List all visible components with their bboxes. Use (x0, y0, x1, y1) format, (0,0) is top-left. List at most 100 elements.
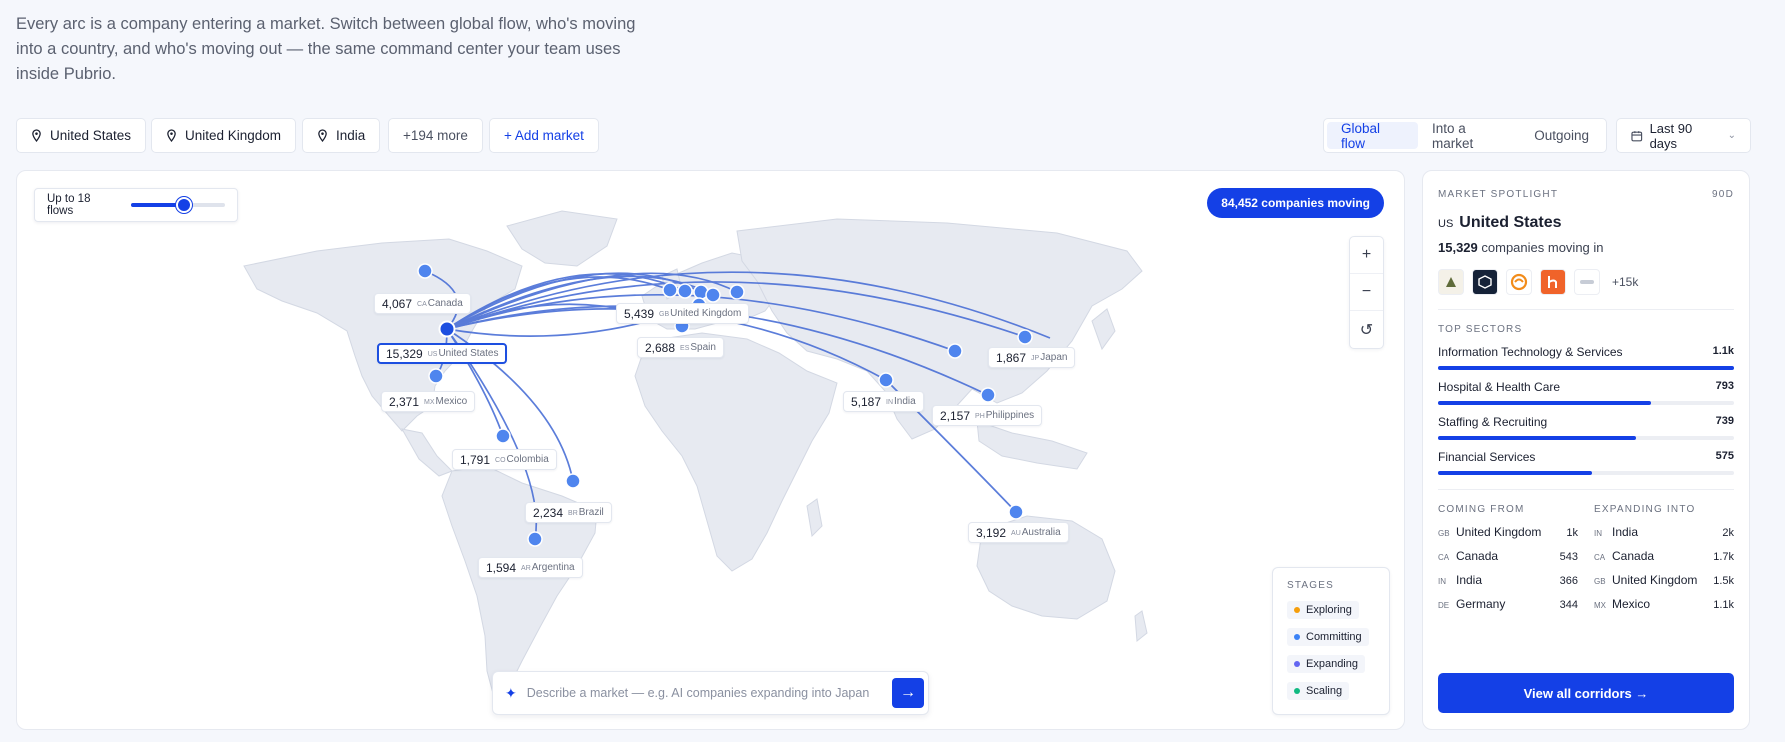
stage-scaling: Scaling (1287, 682, 1350, 700)
expanding-into-title: EXPANDING INTO (1594, 504, 1696, 515)
expanding-into-row[interactable]: GB United Kingdom 1.5k (1594, 573, 1734, 587)
chevron-down-icon: ⌄ (1727, 130, 1736, 141)
spotlight-kicker: MARKET SPOTLIGHT (1438, 189, 1559, 200)
view-mode-global[interactable]: Global flow (1327, 121, 1418, 151)
add-market-button[interactable]: + Add market (489, 118, 599, 153)
map-label-united-states[interactable]: 15,329 USUnited States (377, 343, 508, 364)
marker-china[interactable] (947, 343, 963, 359)
map-label-brazil[interactable]: 2,234 BRBrazil (525, 502, 612, 523)
more-markets-button[interactable]: +194 more (388, 118, 483, 153)
world-landmass (243, 210, 1148, 702)
marker-europe-3[interactable] (705, 287, 721, 303)
marker-mexico[interactable] (428, 368, 444, 384)
company-logo-5[interactable] (1574, 269, 1600, 295)
sector-bar (1438, 471, 1734, 475)
market-spotlight-panel: MARKET SPOTLIGHT 90D US United States 15… (1422, 170, 1750, 730)
sector-bar (1438, 436, 1734, 440)
more-logos-count[interactable]: +15k (1612, 275, 1638, 289)
stage-dot (1294, 661, 1300, 667)
stages-title: STAGES (1287, 580, 1335, 591)
spotlight-country: United States (1459, 214, 1562, 231)
top-sectors-title: TOP SECTORS (1438, 324, 1523, 335)
zoom-in-button[interactable]: + (1350, 237, 1383, 274)
sector-row: Information Technology & Services 1.1k (1438, 345, 1734, 370)
marker-australia[interactable] (1008, 504, 1024, 520)
sector-bar-fill (1438, 436, 1637, 440)
company-logo-3[interactable] (1506, 269, 1532, 295)
marker-philippines[interactable] (980, 387, 996, 403)
map-label-india[interactable]: 5,187 INIndia (843, 391, 924, 412)
map-label-colombia[interactable]: 1,791 COColombia (452, 449, 557, 470)
landmass-madagascar (806, 498, 823, 538)
zoom-controls: + − ↺ (1349, 236, 1384, 349)
landmass-africa (634, 332, 838, 572)
company-logo-4[interactable] (1540, 269, 1566, 295)
reset-view-icon[interactable]: ↺ (1350, 311, 1383, 348)
map-label-mexico[interactable]: 2,371 MXMexico (381, 391, 476, 412)
coming-from-title: COMING FROM (1438, 504, 1525, 515)
stages-legend: STAGES Exploring Committing Expanding Sc… (1272, 567, 1390, 715)
market-chip-in[interactable]: India (302, 118, 381, 153)
marker-india[interactable] (878, 372, 894, 388)
sector-bar (1438, 401, 1734, 405)
date-range-select[interactable]: Last 90 days ⌄ (1616, 118, 1751, 153)
flows-label: Up to 18 flows (47, 193, 91, 217)
coming-from-row[interactable]: DE Germany 344 (1438, 597, 1578, 611)
map-label-canada[interactable]: 4,067 CACanada (374, 293, 471, 314)
map-pin-icon (32, 129, 41, 142)
spotlight-period: 90D (1712, 189, 1734, 200)
date-range-label: Last 90 days (1649, 120, 1693, 151)
sector-row: Hospital & Health Care 793 (1438, 380, 1734, 405)
stage-dot (1294, 688, 1300, 694)
market-query-bar: ✦ Describe a market — e.g. AI companies … (492, 671, 929, 715)
divider (1438, 489, 1734, 490)
flows-slider-handle[interactable] (175, 197, 192, 213)
map-label-argentina[interactable]: 1,594 ARArgentina (478, 557, 583, 578)
expanding-into-row[interactable]: CA Canada 1.7k (1594, 549, 1734, 563)
expanding-into-row[interactable]: IN India 2k (1594, 525, 1734, 539)
company-logo-1[interactable] (1438, 269, 1464, 295)
map-pin-icon (167, 129, 176, 142)
view-mode-switch: Global flow Into a market Outgoing (1323, 118, 1607, 153)
spotlight-country-code: US (1438, 218, 1454, 230)
zoom-out-button[interactable]: − (1350, 274, 1383, 311)
marker-us[interactable] (438, 320, 456, 338)
landmass-central-america (401, 428, 453, 477)
map-label-philippines[interactable]: 2,157 PHPhilippines (932, 405, 1043, 426)
stage-expanding: Expanding (1287, 655, 1365, 673)
map-label-australia[interactable]: 3,192 AUAustralia (968, 522, 1069, 543)
view-mode-outgoing[interactable]: Outgoing (1520, 122, 1603, 149)
coming-from-row[interactable]: CA Canada 543 (1438, 549, 1578, 563)
market-chip-us[interactable]: United States (16, 118, 147, 153)
market-query-input[interactable]: Describe a market — e.g. AI companies ex… (527, 686, 882, 700)
submit-query-button[interactable]: → (892, 678, 924, 708)
coming-from-row[interactable]: IN India 366 (1438, 573, 1578, 587)
company-logos: +15k (1438, 269, 1734, 295)
market-chip-uk[interactable]: United Kingdom (151, 118, 297, 153)
view-all-corridors-button[interactable]: View all corridors → (1438, 673, 1734, 713)
marker-japan[interactable] (1017, 329, 1033, 345)
sector-bar-fill (1438, 471, 1592, 475)
marker-colombia[interactable] (495, 428, 511, 444)
company-logo-2[interactable] (1472, 269, 1498, 295)
expanding-into-column: EXPANDING INTO IN India 2k CA Canada 1.7k GB… (1594, 504, 1734, 621)
intro-text: Every arc is a company entering a market… (16, 15, 636, 83)
marker-europe-4[interactable] (729, 284, 745, 300)
map-label-united-kingdom[interactable]: 5,439 GBUnited Kingdom (616, 303, 750, 324)
coming-from-row[interactable]: GB United Kingdom 1k (1438, 525, 1578, 539)
landmass-southeast-asia (976, 420, 1088, 470)
map-label-japan[interactable]: 1,867 JPJapan (988, 347, 1076, 368)
landmass-japan (1091, 308, 1116, 351)
marker-argentina[interactable] (527, 531, 543, 547)
marker-europe-1[interactable] (677, 283, 693, 299)
marker-brazil[interactable] (565, 473, 581, 489)
view-mode-into[interactable]: Into a market (1418, 121, 1520, 151)
map-label-spain[interactable]: 2,688 ESSpain (637, 337, 724, 358)
marker-uk[interactable] (662, 282, 678, 298)
divider (1438, 309, 1734, 310)
sparkle-icon: ✦ (505, 684, 517, 701)
expanding-into-row[interactable]: MX Mexico 1.1k (1594, 597, 1734, 611)
stage-committing: Committing (1287, 628, 1369, 646)
marker-canada[interactable] (417, 263, 433, 279)
flows-slider[interactable] (131, 197, 225, 213)
